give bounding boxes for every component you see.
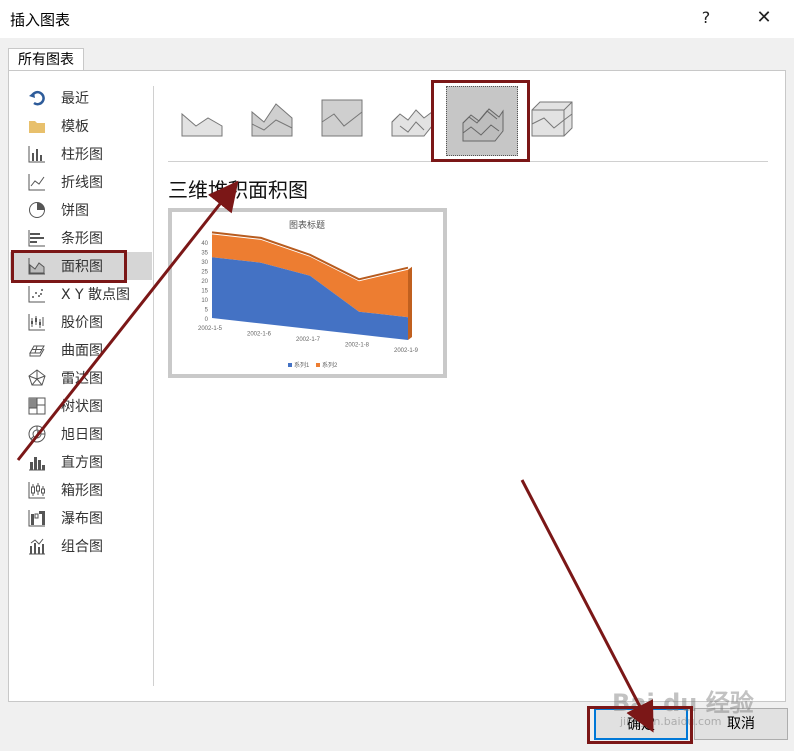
y-tick-label: 35	[201, 251, 208, 257]
help-button[interactable]: ?	[694, 6, 718, 30]
dialog-title: 插入图表	[10, 11, 71, 29]
3d-area-icon	[391, 109, 433, 137]
sidebar-item-bar[interactable]: 条形图	[10, 224, 152, 252]
sidebar-item-templates[interactable]: 模板	[10, 112, 152, 140]
sidebar-item-box-whisker[interactable]: 箱形图	[10, 476, 152, 504]
close-button[interactable]: ✕	[750, 6, 778, 30]
sidebar-item-label: 直方图	[61, 455, 103, 471]
bar-chart-icon	[28, 229, 46, 247]
watermark: Bai du 经验	[612, 689, 754, 717]
x-tick-label: 2002-1-5	[198, 326, 223, 332]
radar-chart-icon	[28, 369, 46, 387]
sidebar-item-stock[interactable]: 股价图	[10, 308, 152, 336]
sidebar-item-line[interactable]: 折线图	[10, 168, 152, 196]
sidebar-item-label: 股价图	[61, 315, 103, 331]
x-tick-label: 2002-1-9	[394, 348, 419, 354]
y-tick-label: 0	[205, 317, 209, 323]
subtype-divider	[168, 161, 768, 162]
sidebar-item-column[interactable]: 柱形图	[10, 140, 152, 168]
x-tick-label: 2002-1-6	[247, 332, 272, 338]
sidebar-item-combo[interactable]: 组合图	[10, 532, 152, 560]
y-tick-label: 20	[201, 279, 208, 285]
folder-icon	[28, 117, 46, 135]
histogram-chart-icon	[28, 453, 46, 471]
sidebar-item-label: 曲面图	[61, 343, 103, 359]
subtype-percent-stacked-area[interactable]	[316, 92, 368, 144]
chart-preview[interactable]: 图表标题 40 35 30 25 20 15 10 5 0 2002-1-5 2002-1-6 20…	[168, 208, 447, 378]
sidebar-item-label: 饼图	[61, 203, 89, 219]
sunburst-chart-icon	[28, 425, 46, 443]
sidebar-item-histogram[interactable]: 直方图	[10, 448, 152, 476]
legend-label: 系列1	[294, 361, 310, 369]
sidebar-item-label: 雷达图	[61, 371, 103, 387]
legend-swatch	[288, 363, 292, 367]
watermark-url: jingyan.baidu.com	[620, 715, 722, 728]
sidebar-item-label: 面积图	[61, 259, 103, 275]
sidebar-item-waterfall[interactable]: 瀑布图	[10, 504, 152, 532]
y-tick-label: 5	[205, 308, 209, 314]
y-tick-label: 30	[201, 260, 208, 266]
3d-percent-stacked-area-icon	[531, 101, 573, 137]
sidebar-item-label: 最近	[61, 91, 89, 107]
sidebar-item-label: 旭日图	[61, 427, 103, 443]
subtype-stacked-area[interactable]	[246, 92, 298, 144]
sidebar-item-label: 条形图	[61, 231, 103, 247]
legend-label: 系列2	[322, 361, 338, 369]
subtype-3d-percent-stacked-area[interactable]	[526, 92, 578, 144]
title-bar: 插入图表 ? ✕	[0, 0, 794, 38]
chart-preview-svg: 图表标题 40 35 30 25 20 15 10 5 0 2002-1-5 2002-1-6 20…	[198, 219, 419, 369]
y-tick-label: 10	[201, 298, 208, 304]
waterfall-chart-icon	[28, 509, 46, 527]
sidebar-item-recent[interactable]: 最近	[10, 84, 152, 112]
series-side-face	[408, 266, 412, 340]
sidebar-item-scatter[interactable]: X Y 散点图	[10, 280, 152, 308]
sidebar-item-label: 折线图	[61, 175, 103, 191]
box-whisker-chart-icon	[28, 481, 46, 499]
sidebar-item-area[interactable]: 面积图	[10, 252, 152, 280]
scatter-chart-icon	[28, 285, 46, 303]
sidebar-item-treemap[interactable]: 树状图	[10, 392, 152, 420]
combo-chart-icon	[28, 537, 46, 555]
pie-chart-icon	[28, 201, 46, 219]
sidebar-item-label: 组合图	[61, 539, 103, 555]
x-tick-label: 2002-1-8	[345, 343, 370, 349]
percent-stacked-area-icon	[321, 99, 363, 137]
chart-type-name: 三维堆积面积图	[168, 178, 308, 202]
stock-chart-icon	[28, 313, 46, 331]
subtype-3d-area[interactable]	[386, 92, 438, 144]
sidebar-item-radar[interactable]: 雷达图	[10, 364, 152, 392]
sidebar-item-label: 箱形图	[61, 483, 103, 499]
column-chart-icon	[28, 145, 46, 163]
treemap-chart-icon	[28, 397, 46, 415]
sidebar-item-label: X Y 散点图	[61, 287, 131, 303]
sidebar-item-sunburst[interactable]: 旭日图	[10, 420, 152, 448]
insert-chart-dialog: 插入图表 ? ✕ 所有图表 最近 模板 柱形图 折线图 饼图 条形图 面积图 X…	[0, 0, 794, 751]
y-tick-label: 40	[201, 241, 208, 247]
area-chart-icon	[28, 257, 46, 275]
subtype-area[interactable]	[176, 92, 228, 144]
sidebar-item-label: 瀑布图	[61, 511, 103, 527]
3d-stacked-area-icon	[462, 108, 504, 142]
sidebar-item-surface[interactable]: 曲面图	[10, 336, 152, 364]
x-tick-label: 2002-1-7	[296, 337, 321, 343]
recent-icon	[28, 89, 46, 107]
sidebar-divider	[153, 86, 154, 686]
sidebar-item-label: 树状图	[61, 399, 103, 415]
y-tick-label: 15	[201, 289, 208, 295]
chart-title: 图表标题	[289, 219, 325, 230]
sidebar-item-label: 模板	[61, 119, 89, 135]
subtype-3d-stacked-area[interactable]	[446, 86, 518, 156]
sidebar-item-pie[interactable]: 饼图	[10, 196, 152, 224]
tab-all-charts[interactable]: 所有图表	[8, 48, 84, 71]
surface-chart-icon	[28, 341, 46, 359]
sidebar-item-label: 柱形图	[61, 147, 103, 163]
area-icon	[181, 112, 223, 137]
y-tick-label: 25	[201, 270, 208, 276]
legend-swatch	[316, 363, 320, 367]
chart-type-list: 最近 模板 柱形图 折线图 饼图 条形图 面积图 X Y 散点图 股价图 曲面图…	[10, 84, 152, 560]
stacked-area-icon	[251, 103, 293, 137]
line-chart-icon	[28, 173, 46, 191]
